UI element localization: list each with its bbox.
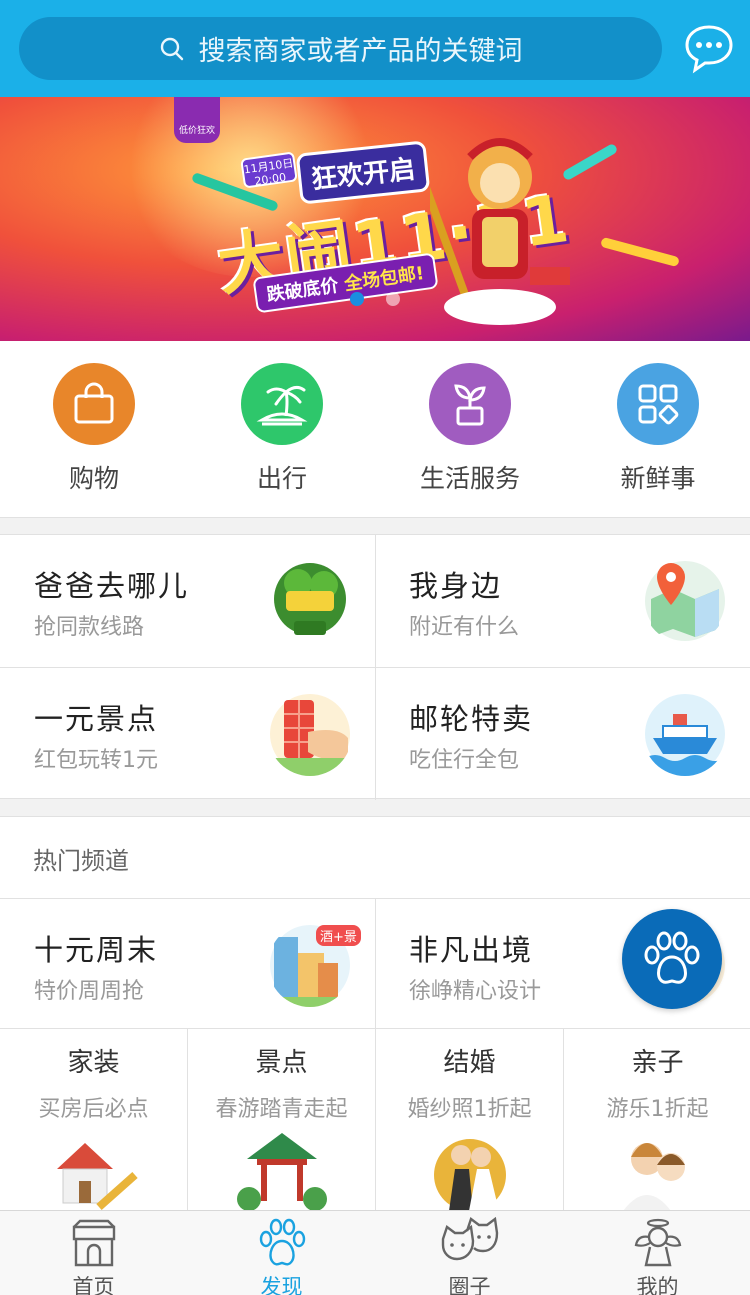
banner-streak <box>561 142 619 182</box>
deal-tag: 酒+景 <box>316 925 361 946</box>
discover-float-button[interactable] <box>622 909 722 1009</box>
service-title: 亲子 <box>631 1048 684 1078</box>
feature-title: 一元景点 <box>34 702 159 736</box>
service-subtitle: 游乐1折起 <box>606 1097 709 1122</box>
monkey-king-illustration <box>430 138 570 325</box>
hot-ten-yuan-weekend[interactable]: 十元周末 特价周周抢 酒+景 <box>0 899 375 1031</box>
angel-icon <box>634 1218 681 1267</box>
promo-banner[interactable]: 低价狂欢 11月10日 20:00 狂欢开启 大闹11·11 跌破底价 全场包邮… <box>0 97 750 341</box>
hot-title: 十元周末 <box>34 933 159 967</box>
service-wedding[interactable]: 结婚 婚纱照1折起 <box>376 1029 563 1211</box>
feature-grid: 爸爸去哪儿 抢同款线路 我身边 附近有什么 一元景点 红包玩转1元 邮轮特卖 吃… <box>0 534 750 800</box>
banner-badge: 低价狂欢 <box>174 97 220 143</box>
tab-label: 首页 <box>72 1275 115 1295</box>
category-label: 出行 <box>256 464 307 493</box>
feature-title: 爸爸去哪儿 <box>34 569 190 603</box>
section-title: 热门频道 <box>33 847 129 875</box>
tab-label: 发现 <box>260 1275 303 1295</box>
category-label: 新鲜事 <box>620 464 696 493</box>
service-home-decor[interactable]: 家装 买房后必点 <box>0 1029 187 1211</box>
red-packet-icon <box>268 694 352 776</box>
banner-subline-a: 跌破底价 <box>265 275 340 306</box>
carousel-dot-active[interactable] <box>350 292 364 306</box>
banner-streak <box>600 236 680 268</box>
search-placeholder: 搜索商家或者产品的关键词 <box>198 36 523 67</box>
chat-bubble-icon[interactable] <box>684 24 734 74</box>
hot-channels-header: 热门频道 <box>0 816 750 898</box>
bottom-tab-bar: 首页 发现 圈子 我的 <box>0 1210 750 1295</box>
tab-circle[interactable]: 圈子 <box>376 1211 563 1295</box>
plant-pot-icon <box>429 363 511 445</box>
category-row: 购物 出行 生活服务 新鲜事 <box>0 341 750 518</box>
banner-subline-b: 全场包邮! <box>343 263 426 296</box>
category-travel[interactable]: 出行 <box>202 363 362 495</box>
discover-page: 搜索商家或者产品的关键词 低价狂欢 11月10日 20:00 狂欢开启 大闹11… <box>0 0 750 1295</box>
house-icon <box>56 1143 138 1210</box>
carousel-dot[interactable] <box>386 292 400 306</box>
cruise-ship-icon <box>645 694 725 776</box>
hot-title: 非凡出境 <box>409 933 534 967</box>
feature-subtitle: 吃住行全包 <box>409 748 520 773</box>
feature-where-are-we-going[interactable]: 爸爸去哪儿 抢同款线路 <box>0 535 375 667</box>
cats-icon <box>441 1216 498 1261</box>
service-title: 家装 <box>67 1048 120 1078</box>
store-icon <box>72 1219 115 1267</box>
palm-island-icon <box>241 363 323 445</box>
category-life-services[interactable]: 生活服务 <box>390 363 550 495</box>
paw-icon <box>259 1218 305 1266</box>
tab-label: 圈子 <box>448 1275 491 1295</box>
service-family[interactable]: 亲子 游乐1折起 <box>564 1029 750 1211</box>
search-input[interactable]: 搜索商家或者产品的关键词 <box>19 17 662 80</box>
feature-nearby[interactable]: 我身边 附近有什么 <box>375 535 750 667</box>
hot-subtitle: 徐峥精心设计 <box>409 979 542 1004</box>
apps-grid-icon <box>617 363 699 445</box>
category-news[interactable]: 新鲜事 <box>578 363 738 495</box>
map-pin-icon <box>645 561 725 641</box>
shopping-bag-icon <box>53 363 135 445</box>
category-label: 购物 <box>68 464 119 493</box>
hot-subtitle: 特价周周抢 <box>34 979 145 1004</box>
tab-label: 我的 <box>636 1275 679 1295</box>
tab-profile[interactable]: 我的 <box>564 1211 750 1295</box>
service-subtitle: 婚纱照1折起 <box>407 1097 532 1122</box>
top-bar: 搜索商家或者产品的关键词 <box>0 0 750 97</box>
category-shopping[interactable]: 购物 <box>14 363 174 495</box>
feature-subtitle: 抢同款线路 <box>34 615 145 640</box>
service-scenic-spots[interactable]: 景点 春游踏青走起 <box>188 1029 375 1211</box>
tab-discover[interactable]: 发现 <box>188 1211 375 1295</box>
mother-child-icon <box>622 1143 685 1211</box>
feature-cruise-sale[interactable]: 邮轮特卖 吃住行全包 <box>375 668 750 800</box>
feature-subtitle: 红包玩转1元 <box>34 748 158 773</box>
wedding-couple-icon <box>433 1139 506 1211</box>
show-logo-icon <box>274 563 346 635</box>
service-quad-row: 家装 买房后必点 景点 春游踏青走起 结婚 婚纱照1折起 亲子 游乐1折起 <box>0 1028 750 1211</box>
search-icon <box>160 37 183 60</box>
feature-title: 我身边 <box>409 569 503 603</box>
service-subtitle: 买房后必点 <box>38 1097 149 1122</box>
service-title: 结婚 <box>443 1048 496 1078</box>
category-label: 生活服务 <box>419 464 520 493</box>
feature-subtitle: 附近有什么 <box>409 615 520 640</box>
feature-one-yuan-spots[interactable]: 一元景点 红包玩转1元 <box>0 668 375 800</box>
service-subtitle: 春游踏青走起 <box>215 1097 348 1122</box>
pavilion-icon <box>236 1133 327 1211</box>
service-title: 景点 <box>255 1048 308 1078</box>
paw-icon <box>644 931 700 984</box>
tab-home[interactable]: 首页 <box>0 1211 187 1295</box>
feature-title: 邮轮特卖 <box>409 702 534 736</box>
